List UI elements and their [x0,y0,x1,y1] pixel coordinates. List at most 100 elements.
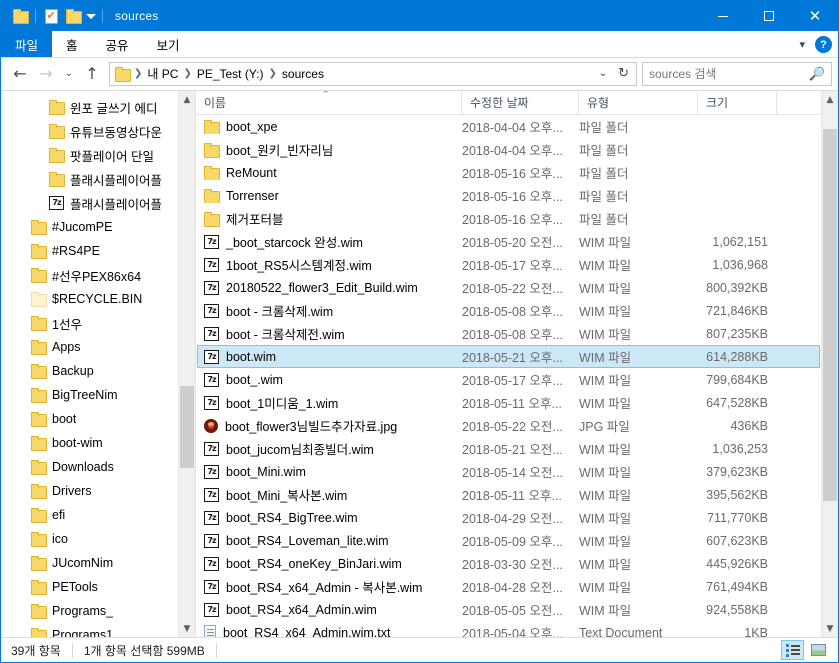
tree-item[interactable]: $RECYCLE.BIN [1,287,195,311]
tree-item[interactable]: 팟플레이어 단일 [1,143,195,167]
table-row[interactable]: 제거포터블 2018-05-16 오후... 파일 폴더 [197,207,820,230]
folder-icon[interactable] [9,5,31,27]
column-header-name[interactable]: 이름 ⌃ [196,91,462,114]
tree-item[interactable]: JUcomNim [1,551,195,575]
table-row[interactable]: 7z boot_1미디움_1.wim 2018-05-11 오후... WIM 파일 6… [197,391,820,414]
forward-button[interactable]: → [33,62,59,86]
table-row[interactable]: boot_원키_빈자리님 2018-04-04 오후... 파일 폴더 [197,138,820,161]
file-name-cell[interactable]: boot_RS4_x64_Admin.wim.txt [198,625,462,637]
file-name-cell[interactable]: 7z boot - 크롬삭제전.wim [198,324,462,343]
file-name-cell[interactable]: 7z boot_RS4_BigTree.wim [198,510,462,525]
breadcrumb-item-drive[interactable]: PE_Test (Y:) [193,67,268,81]
recent-locations-icon[interactable]: ⌄ [59,62,79,86]
scrollbar-thumb[interactable] [823,129,837,501]
table-row[interactable]: 7z boot - 크롬삭제.wim 2018-05-08 오후... WIM 파일 7… [197,299,820,322]
table-row[interactable]: boot_flower3님빌드추가자료.jpg 2018-05-22 오전... J… [197,414,820,437]
file-name-cell[interactable]: boot_flower3님빌드추가자료.jpg [198,416,462,435]
breadcrumb[interactable]: ❯ 내 PC ❯ PE_Test (Y:) ❯ sources ⌄ ↻ [109,61,637,86]
properties-icon[interactable] [40,5,62,27]
chevron-down-icon[interactable] [84,5,98,27]
chevron-down-icon[interactable]: ▼ [822,620,838,637]
tree-item[interactable]: 7z 플래시플레이어플 [1,191,195,215]
file-name-cell[interactable]: 7z _boot_starcock 완성.wim [198,232,462,251]
table-row[interactable]: boot_xpe 2018-04-04 오후... 파일 폴더 [197,115,820,138]
column-header-size[interactable]: 크기 [698,91,777,114]
refresh-icon[interactable]: ↻ [613,66,634,81]
chevron-up-icon[interactable]: ▲ [822,91,838,108]
file-name-cell[interactable]: 7z boot_RS4_oneKey_BinJari.wim [198,556,462,571]
file-name-cell[interactable]: 7z boot_RS4_Loveman_lite.wim [198,533,462,548]
file-name-cell[interactable]: ReMount [198,165,462,180]
table-row[interactable]: 7z boot_RS4_Loveman_lite.wim 2018-05-09 오후… [197,529,820,552]
file-name-cell[interactable]: boot_xpe [198,119,462,134]
tree-item[interactable]: efi [1,503,195,527]
table-row[interactable]: Torrenser 2018-05-16 오후... 파일 폴더 [197,184,820,207]
large-icons-view-icon[interactable] [807,640,830,660]
breadcrumb-item-sources[interactable]: sources [278,67,328,81]
tree-item[interactable]: PETools [1,575,195,599]
tree-item[interactable]: Downloads [1,455,195,479]
table-row[interactable]: 7z boot_.wim 2018-05-17 오후... WIM 파일 799,684… [197,368,820,391]
tree-item[interactable]: Apps [1,335,195,359]
search-input[interactable]: sources 검색 🔍 [642,61,832,86]
file-name-cell[interactable]: 제거포터블 [198,209,462,228]
tree-item[interactable]: BigTreeNim [1,383,195,407]
tree-item[interactable]: boot-wim [1,431,195,455]
file-list-scrollbar[interactable]: ▲ ▼ [821,91,838,637]
tab-file[interactable]: 파일 [1,31,53,57]
chevron-down-icon[interactable]: ▾ [799,38,805,51]
back-button[interactable]: ← [7,62,33,86]
chevron-up-icon[interactable]: ▲ [179,91,195,108]
close-button[interactable]: ✕ [792,1,838,31]
file-name-cell[interactable]: 7z boot_Mini.wim [198,464,462,479]
file-name-cell[interactable]: 7z boot_RS4_x64_Admin - 복사본.wim [198,577,462,596]
chevron-down-icon[interactable]: ⌄ [593,68,613,79]
file-name-cell[interactable]: 7z boot_.wim [198,372,462,387]
table-row[interactable]: 7z boot_Mini_복사본.wim 2018-05-11 오후... WIM 파… [197,483,820,506]
file-name-cell[interactable]: Torrenser [198,188,462,203]
tab-view[interactable]: 보기 [143,31,194,57]
tree-item[interactable]: 윈포 글쓰기 에디 [1,95,195,119]
tree-item[interactable]: #선우PEX86x64 [1,263,195,287]
tree-item[interactable]: boot [1,407,195,431]
chevron-down-icon[interactable]: ▼ [179,620,195,637]
tree-item[interactable]: Drivers [1,479,195,503]
up-button[interactable]: ↑ [79,62,105,86]
tab-share[interactable]: 공유 [92,31,143,57]
table-row[interactable]: 7z boot_RS4_BigTree.wim 2018-04-29 오전... WI… [197,506,820,529]
tree-item[interactable]: 유튜브동영상다운 [1,119,195,143]
tree-item[interactable]: 1선우 [1,311,195,335]
table-row[interactable]: 7z boot - 크롬삭제전.wim 2018-05-08 오후... WIM 파일… [197,322,820,345]
maximize-button[interactable] [746,1,792,31]
table-row[interactable]: 7z 1boot_RS5시스템계정.wim 2018-05-17 오후... WIM … [197,253,820,276]
details-view-icon[interactable] [781,640,804,660]
tree-item[interactable]: 플래시플레이어플 [1,167,195,191]
tab-home[interactable]: 홈 [52,31,92,57]
file-name-cell[interactable]: boot_원키_빈자리님 [198,140,462,159]
table-row[interactable]: 7z 20180522_flower3_Edit_Build.wim 2018-05… [197,276,820,299]
tree-item[interactable]: #RS4PE [1,239,195,263]
table-row[interactable]: 7z boot.wim 2018-05-21 오후... WIM 파일 614,288K… [197,345,820,368]
table-row[interactable]: 7z _boot_starcock 완성.wim 2018-05-20 오전... W… [197,230,820,253]
column-header-type[interactable]: 유형 [579,91,698,114]
file-name-cell[interactable]: 7z boot_1미디움_1.wim [198,393,462,412]
new-folder-icon[interactable] [62,5,84,27]
navigation-pane-scrollbar[interactable]: ▲ ▼ [178,91,195,637]
tree-item[interactable]: #JucomPE [1,215,195,239]
help-button[interactable]: ? [815,36,832,53]
file-name-cell[interactable]: 7z boot_jucom님최종빌더.wim [198,439,462,458]
table-row[interactable]: boot_RS4_x64_Admin.wim.txt 2018-05-04 오후.… [197,621,820,637]
table-row[interactable]: 7z boot_RS4_x64_Admin.wim 2018-05-05 오전...… [197,598,820,621]
tree-item[interactable]: Backup [1,359,195,383]
table-row[interactable]: 7z boot_RS4_x64_Admin - 복사본.wim 2018-04-28… [197,575,820,598]
breadcrumb-item-pc[interactable]: 내 PC [143,65,182,82]
file-name-cell[interactable]: 7z boot_Mini_복사본.wim [198,485,462,504]
tree-item[interactable]: ico [1,527,195,551]
table-row[interactable]: 7z boot_Mini.wim 2018-05-14 오전... WIM 파일 379… [197,460,820,483]
table-row[interactable]: ReMount 2018-05-16 오후... 파일 폴더 [197,161,820,184]
column-header-date[interactable]: 수정한 날짜 [462,91,579,114]
tree-item[interactable]: Programs1 [1,623,195,637]
scrollbar-thumb[interactable] [180,386,194,468]
table-row[interactable]: 7z boot_jucom님최종빌더.wim 2018-05-21 오전... WIM… [197,437,820,460]
file-name-cell[interactable]: 7z boot - 크롬삭제.wim [198,301,462,320]
